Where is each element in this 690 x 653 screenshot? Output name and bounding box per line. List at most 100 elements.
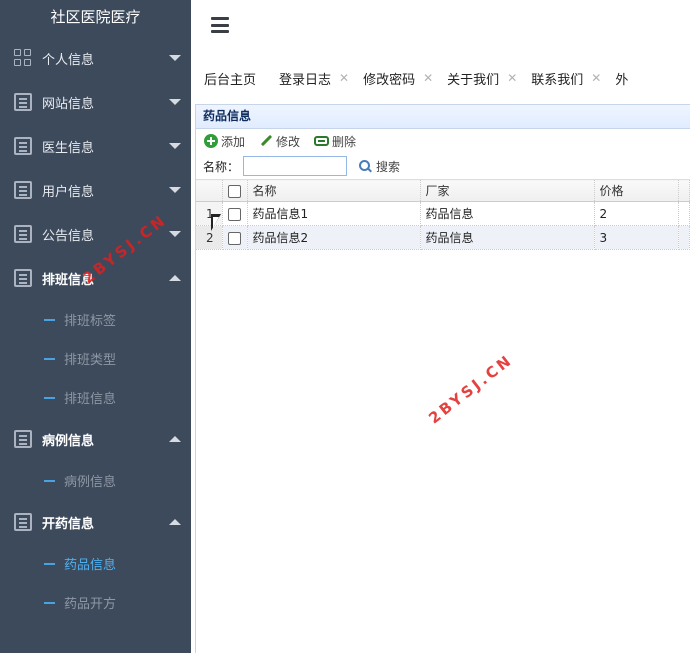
table-row[interactable]: 2 药品信息2 药品信息 3 bbox=[196, 225, 690, 250]
cell-maker: 药品信息 bbox=[420, 225, 595, 250]
add-button[interactable]: 添加 bbox=[204, 133, 245, 150]
search-icon bbox=[359, 159, 372, 173]
sidebar-subitem-label: 药品信息 bbox=[64, 558, 117, 573]
data-table: 名称 厂家 价格 1 药品信息1 药品信息 2 2 药品信息2 药品信息 3 bbox=[196, 179, 690, 250]
document-icon bbox=[14, 513, 32, 531]
chevron-up-icon bbox=[169, 436, 181, 442]
edit-button-label: 修改 bbox=[276, 134, 301, 149]
add-button-label: 添加 bbox=[221, 134, 246, 149]
tab-label: 外 bbox=[615, 72, 629, 88]
sidebar-subitem-medicine-prescribe[interactable]: 药品开方 bbox=[0, 583, 191, 622]
sidebar-subitem-schedule-info[interactable]: 排班信息 bbox=[0, 378, 191, 417]
close-icon[interactable]: ✕ bbox=[591, 71, 601, 85]
sidebar-item-label: 排班信息 bbox=[42, 272, 95, 288]
sidebar-item-label: 病例信息 bbox=[42, 433, 95, 449]
mouse-cursor-icon bbox=[211, 214, 221, 231]
dash-icon bbox=[44, 318, 55, 321]
search-button[interactable]: 搜索 bbox=[359, 158, 400, 175]
tab-about-us[interactable]: 关于我们 ✕ bbox=[434, 69, 518, 88]
edit-button[interactable]: 修改 bbox=[259, 133, 300, 150]
sidebar-subitem-schedule-tag[interactable]: 排班标签 bbox=[0, 300, 191, 339]
close-icon[interactable]: ✕ bbox=[339, 71, 349, 85]
sidebar-item-notice[interactable]: 公告信息 bbox=[0, 212, 191, 256]
chevron-down-icon bbox=[169, 55, 181, 61]
sidebar-subitem-case-info[interactable]: 病例信息 bbox=[0, 461, 191, 500]
sidebar-subitem-schedule-type[interactable]: 排班类型 bbox=[0, 339, 191, 378]
chevron-down-icon bbox=[169, 187, 181, 193]
app-title: 社区医院医疗 bbox=[50, 8, 141, 26]
table-row[interactable]: 1 药品信息1 药品信息 2 bbox=[196, 201, 690, 226]
sidebar-item-case[interactable]: 病例信息 bbox=[0, 417, 191, 461]
document-icon bbox=[14, 181, 32, 199]
sidebar-subitem-medicine-info[interactable]: 药品信息 bbox=[0, 544, 191, 583]
column-header[interactable]: 名称 bbox=[247, 179, 421, 202]
close-icon[interactable]: ✕ bbox=[507, 71, 517, 85]
tab-contact-us[interactable]: 联系我们 ✕ bbox=[518, 69, 602, 88]
sidebar-item-website[interactable]: 网站信息 bbox=[0, 80, 191, 124]
column-header-partial bbox=[678, 179, 690, 202]
sidebar-item-label: 网站信息 bbox=[42, 96, 95, 112]
row-checkbox[interactable] bbox=[222, 225, 248, 250]
sidebar-subitem-label: 排班信息 bbox=[64, 392, 117, 407]
chevron-up-icon bbox=[169, 275, 181, 281]
sidebar-item-label: 医生信息 bbox=[42, 140, 95, 156]
chevron-down-icon bbox=[169, 99, 181, 105]
dash-icon bbox=[44, 601, 55, 604]
tab-login-log[interactable]: 登录日志 ✕ bbox=[266, 69, 350, 88]
tab-label: 登录日志 bbox=[279, 72, 332, 88]
close-icon[interactable]: ✕ bbox=[423, 71, 433, 85]
search-row: 名称： 搜索 bbox=[196, 153, 690, 179]
delete-icon bbox=[314, 136, 330, 146]
row-checkbox[interactable] bbox=[222, 201, 248, 226]
toolbar: 添加 修改 删除 bbox=[196, 129, 690, 153]
tab-partial[interactable]: 外 bbox=[602, 69, 628, 88]
dash-icon bbox=[44, 479, 55, 482]
sidebar-item-user[interactable]: 用户信息 bbox=[0, 168, 191, 212]
search-button-label: 搜索 bbox=[376, 159, 401, 174]
select-all-checkbox[interactable] bbox=[222, 179, 248, 202]
document-icon bbox=[14, 430, 32, 448]
sidebar-subitem-label: 病例信息 bbox=[64, 475, 117, 490]
chevron-down-icon bbox=[169, 143, 181, 149]
add-icon bbox=[204, 134, 218, 148]
sidebar-item-label: 个人信息 bbox=[42, 52, 95, 68]
sidebar-item-doctor[interactable]: 医生信息 bbox=[0, 124, 191, 168]
cell-price: 2 bbox=[594, 201, 679, 226]
menu-toggle-icon[interactable] bbox=[211, 17, 229, 33]
tab-label: 联系我们 bbox=[531, 72, 584, 88]
tab-change-password[interactable]: 修改密码 ✕ bbox=[350, 69, 434, 88]
column-header[interactable]: 价格 bbox=[594, 179, 679, 202]
content-panel: 药品信息 添加 修改 删除 名称： 搜索 名称 厂家 价格 1 药品信息1 药品… bbox=[195, 104, 690, 653]
column-header[interactable]: 厂家 bbox=[420, 179, 595, 202]
table-header-row: 名称 厂家 价格 bbox=[196, 179, 690, 202]
search-label: 名称： bbox=[203, 159, 240, 174]
search-input[interactable] bbox=[243, 156, 348, 176]
cell-maker: 药品信息 bbox=[420, 201, 595, 226]
cell-partial bbox=[678, 225, 690, 250]
dash-icon bbox=[44, 396, 55, 399]
tab-label: 后台主页 bbox=[204, 72, 257, 88]
sidebar-item-personal[interactable]: 个人信息 bbox=[0, 36, 191, 80]
top-bar bbox=[191, 0, 690, 55]
document-icon bbox=[14, 93, 32, 111]
tab-bar: 后台主页 登录日志 ✕ 修改密码 ✕ 关于我们 ✕ 联系我们 ✕ 外 bbox=[191, 60, 690, 96]
tab-home[interactable]: 后台主页 bbox=[191, 69, 266, 88]
cell-partial bbox=[678, 201, 690, 226]
document-icon bbox=[14, 269, 32, 287]
delete-button-label: 删除 bbox=[332, 134, 357, 149]
dash-icon bbox=[44, 357, 55, 360]
pencil-icon bbox=[259, 134, 273, 148]
delete-button[interactable]: 删除 bbox=[314, 133, 356, 150]
sidebar-item-schedule[interactable]: 排班信息 bbox=[0, 256, 191, 300]
tab-label: 关于我们 bbox=[447, 72, 500, 88]
rownum-header bbox=[196, 179, 223, 202]
sidebar-item-label: 用户信息 bbox=[42, 184, 95, 200]
sidebar-item-prescription[interactable]: 开药信息 bbox=[0, 500, 191, 544]
grid-icon bbox=[14, 49, 32, 67]
sidebar-subitem-label: 排班类型 bbox=[64, 353, 117, 368]
cell-name: 药品信息1 bbox=[247, 201, 421, 226]
sidebar: 社区医院医疗 个人信息 网站信息 医生信息 用户信息 公告信息 排班信息 排班标… bbox=[0, 0, 191, 653]
dash-icon bbox=[44, 562, 55, 565]
sidebar-item-label: 公告信息 bbox=[42, 228, 95, 244]
chevron-down-icon bbox=[169, 231, 181, 237]
